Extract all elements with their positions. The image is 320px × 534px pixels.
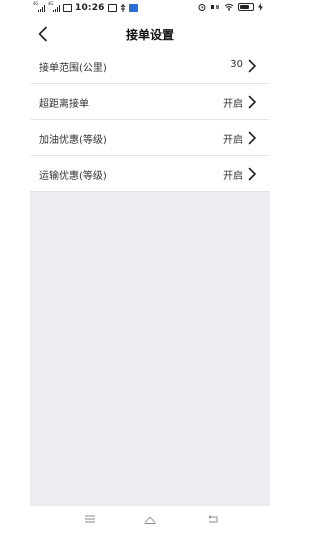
nav-bar: 接单设置 (0, 20, 300, 48)
cellular-signal-icon: 4G (48, 1, 60, 12)
setting-value: 开启 (223, 135, 243, 146)
status-bar-left: 4G 4G 10:26 (33, 1, 138, 13)
settings-content: 接单范围(公里) 30 超距离接单 开启 加油优惠(等级) 开启 运输优惠(等级… (30, 48, 270, 506)
wifi-icon (224, 3, 234, 11)
status-bar: 4G 4G 10:26 (0, 0, 300, 18)
setting-value: 开启 (223, 99, 243, 110)
setting-row-over-distance[interactable]: 超距离接单 开启 (30, 84, 270, 120)
charging-icon (258, 3, 263, 11)
home-icon[interactable] (143, 513, 157, 525)
network-speed-icon (211, 5, 219, 9)
chevron-right-icon (248, 131, 256, 145)
notification-icon (63, 4, 72, 12)
setting-value: 开启 (223, 171, 243, 182)
setting-value: 30 (230, 59, 243, 70)
menu-icon[interactable] (84, 513, 96, 525)
setting-label: 接单范围(公里) (39, 63, 107, 74)
status-bar-right (198, 3, 263, 11)
setting-row-fuel-discount[interactable]: 加油优惠(等级) 开启 (30, 120, 270, 156)
chevron-right-icon (248, 95, 256, 109)
system-nav-bar (0, 506, 300, 534)
back-icon[interactable] (207, 513, 219, 525)
setting-row-pickup-range[interactable]: 接单范围(公里) 30 (30, 48, 270, 84)
page-title: 接单设置 (125, 28, 174, 42)
chevron-right-icon (248, 59, 256, 73)
settings-list: 接单范围(公里) 30 超距离接单 开启 加油优惠(等级) 开启 运输优惠(等级… (30, 48, 270, 192)
usb-icon (120, 4, 126, 12)
cellular-signal-icon: 4G (33, 1, 45, 12)
chevron-right-icon (248, 167, 256, 181)
message-icon (107, 4, 117, 12)
status-time: 10:26 (75, 3, 105, 13)
setting-row-transport-discount[interactable]: 运输优惠(等级) 开启 (30, 156, 270, 192)
battery-icon (238, 3, 254, 11)
setting-label: 超距离接单 (39, 99, 89, 110)
setting-label: 运输优惠(等级) (39, 171, 107, 182)
alarm-icon (198, 4, 206, 11)
setting-label: 加油优惠(等级) (39, 135, 107, 146)
app-notification-icon (128, 4, 138, 12)
